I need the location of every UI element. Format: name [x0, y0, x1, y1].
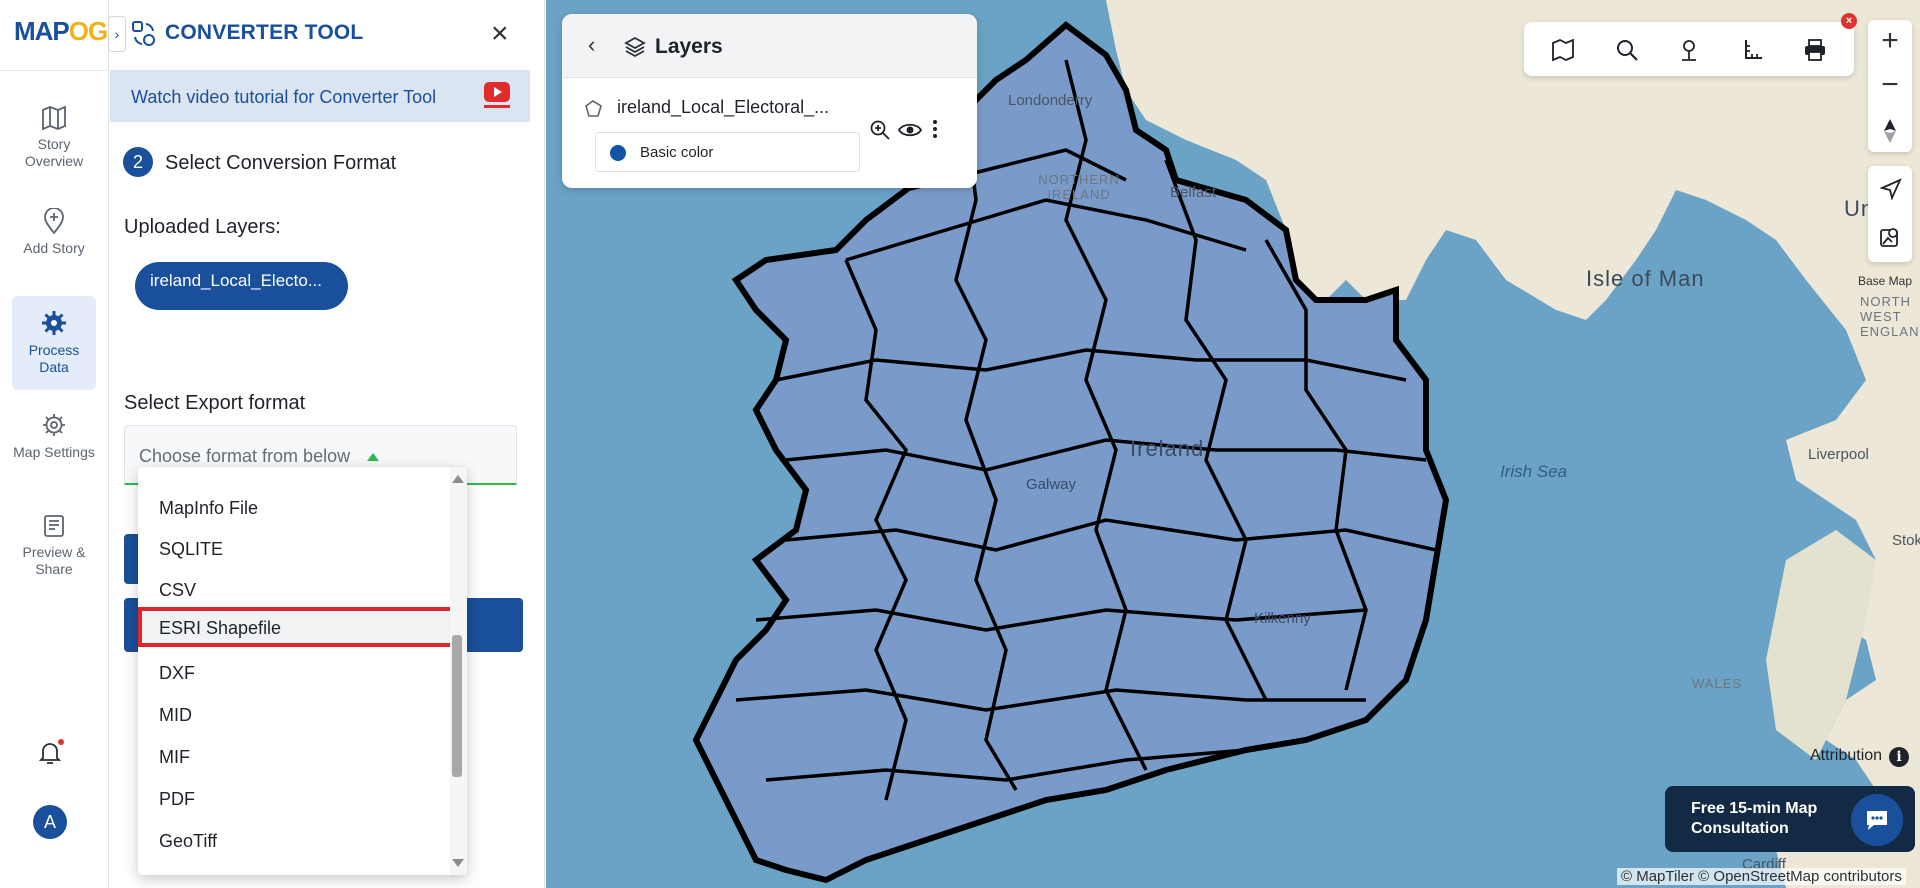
format-option-esri-shapefile[interactable]: ESRI Shapefile — [138, 607, 466, 647]
youtube-icon — [484, 82, 510, 102]
chat-button[interactable] — [1851, 794, 1903, 846]
zoom-in-button[interactable]: + — [1868, 20, 1912, 64]
polygon-layer-icon — [585, 100, 602, 117]
consultation-banner[interactable]: Free 15-min Map Consultation — [1665, 786, 1915, 852]
visibility-eye-icon[interactable] — [898, 122, 922, 138]
map-label-liverpool: Liverpool — [1808, 446, 1869, 463]
compass-icon[interactable] — [1881, 118, 1899, 144]
map-label-belfast: Belfast — [1170, 184, 1216, 201]
avatar[interactable]: A — [33, 805, 67, 839]
dropdown-scrollbar-thumb[interactable] — [452, 635, 462, 777]
format-option-jpeg[interactable]: JPEG — [138, 862, 448, 875]
video-tutorial-banner[interactable]: Watch video tutorial for Converter Tool — [110, 70, 530, 122]
rail-divider — [0, 70, 109, 71]
more-options-icon[interactable] — [932, 119, 938, 139]
rail-item-label: Story Overview — [24, 136, 84, 169]
location-pin-icon[interactable] — [1676, 37, 1702, 63]
layers-title: Layers — [655, 35, 723, 58]
step-label: Select Conversion Format — [165, 152, 397, 174]
collapse-panel-button[interactable]: › — [108, 16, 126, 52]
rail-item-label: Process Data — [28, 342, 80, 375]
print-icon[interactable] — [1802, 37, 1828, 63]
navigate-arrow-icon[interactable] — [1880, 178, 1902, 200]
layers-card-header: ‹ Layers — [562, 14, 977, 78]
uploaded-layer-chip[interactable]: ireland_Local_Electo... — [135, 262, 348, 310]
layer-color-picker[interactable]: Basic color — [595, 132, 860, 172]
close-icon[interactable]: × — [491, 19, 509, 49]
scroll-down-arrow-icon[interactable] — [452, 859, 464, 867]
left-rail: MAPOG Story Overview Add Story Process D… — [0, 0, 109, 888]
layer-name: ireland_Local_Electoral_... — [617, 97, 830, 117]
color-label: Basic color — [640, 144, 714, 161]
format-option-mapinfo[interactable]: MapInfo File — [138, 487, 448, 527]
back-chevron-icon[interactable]: ‹ — [588, 32, 595, 58]
rail-item-process-data[interactable]: Process Data — [12, 296, 96, 390]
basemap-icon[interactable] — [1879, 226, 1901, 248]
format-option-sqlite[interactable]: SQLITE — [138, 528, 448, 568]
format-placeholder: Choose format from below — [139, 446, 351, 466]
layers-icon — [624, 36, 646, 58]
scroll-up-arrow-icon[interactable] — [452, 475, 464, 483]
basemap-label: Base Map — [1858, 274, 1913, 288]
zoom-controls: + − — [1868, 20, 1912, 152]
attribution-label[interactable]: Attribution — [1810, 747, 1882, 765]
measure-ruler-icon[interactable] — [1740, 37, 1766, 63]
format-option-mif[interactable]: MIF — [138, 736, 448, 776]
rail-item-add-story[interactable]: Add Story — [12, 194, 96, 288]
add-location-icon — [44, 208, 64, 234]
map-label-londonderry: Londonderry — [1008, 92, 1093, 109]
map-label-isle-of-man: Isle of Man — [1586, 266, 1705, 291]
youtube-icon-underline — [484, 105, 510, 108]
format-option-pdf[interactable]: PDF — [138, 778, 448, 818]
rail-item-label: Preview & Share — [22, 544, 86, 577]
format-option-dxf[interactable]: DXF — [138, 652, 448, 692]
rail-item-label: Map Settings — [13, 444, 95, 460]
consultation-text: Free 15-min Map Consultation — [1691, 800, 1818, 837]
chat-bubble-icon — [1867, 811, 1887, 830]
map-label-northern-ireland: NORTHERN IRELAND — [1038, 172, 1120, 202]
rail-item-map-settings[interactable]: Map Settings — [12, 398, 96, 492]
map-label-stoke: Stok — [1892, 532, 1920, 549]
map-label-irish-sea: Irish Sea — [1500, 462, 1568, 481]
step-number-badge: 2 — [123, 147, 153, 177]
search-icon[interactable] — [1614, 37, 1640, 63]
logo-accent-text: OG — [68, 16, 108, 46]
map-label-ireland: Ireland — [1130, 436, 1205, 461]
preview-icon — [44, 515, 64, 537]
map-icon — [42, 106, 66, 130]
map-view-icon[interactable] — [1550, 37, 1576, 63]
zoom-out-button[interactable]: − — [1868, 64, 1912, 108]
map-side-controls — [1868, 166, 1912, 262]
uploaded-layers-label: Uploaded Layers: — [124, 216, 281, 238]
layers-card: ‹ Layers ireland_Local_Electoral_... Bas… — [562, 14, 977, 188]
settings-gear-icon — [43, 414, 65, 436]
map-label-kilkenny: Kilkenny — [1254, 610, 1311, 627]
format-dropdown-list[interactable]: MapInfo File SQLITE CSV ESRI Shapefile D… — [138, 467, 467, 875]
logo-main-text: MAP — [14, 16, 70, 46]
rail-item-preview-share[interactable]: Preview & Share — [12, 500, 96, 594]
tutorial-link[interactable]: Watch video tutorial for Converter Tool — [131, 87, 436, 108]
mapog-logo[interactable]: MAPOG — [14, 16, 108, 47]
color-swatch — [610, 145, 626, 161]
map-label-north-west-england: NORTH WEST ENGLAND — [1860, 294, 1920, 339]
map-label-galway: Galway — [1026, 476, 1077, 493]
panel-title: CONVERTER TOOL — [165, 21, 364, 44]
zoom-to-layer-icon[interactable] — [869, 119, 891, 141]
info-icon[interactable]: i — [1889, 747, 1909, 767]
converter-icon — [132, 21, 155, 46]
format-option-csv[interactable]: CSV — [138, 569, 448, 609]
rail-item-label: Add Story — [23, 240, 85, 256]
caret-up-icon — [367, 453, 379, 461]
format-option-geotiff[interactable]: GeoTiff — [138, 820, 448, 860]
app-root: MAPOG Story Overview Add Story Process D… — [0, 0, 1920, 888]
rail-item-story-overview[interactable]: Story Overview — [12, 92, 96, 186]
map-toolbar — [1524, 22, 1854, 76]
close-toolbar-icon[interactable]: × — [1841, 13, 1857, 29]
notification-dot — [58, 739, 64, 745]
format-option-mid[interactable]: MID — [138, 694, 448, 734]
map-label-wales: WALES — [1692, 676, 1743, 691]
process-gear-icon — [42, 311, 66, 335]
map-copyright: © MapTiler © OpenStreetMap contributors — [1617, 868, 1906, 885]
export-format-label: Select Export format — [124, 392, 306, 414]
